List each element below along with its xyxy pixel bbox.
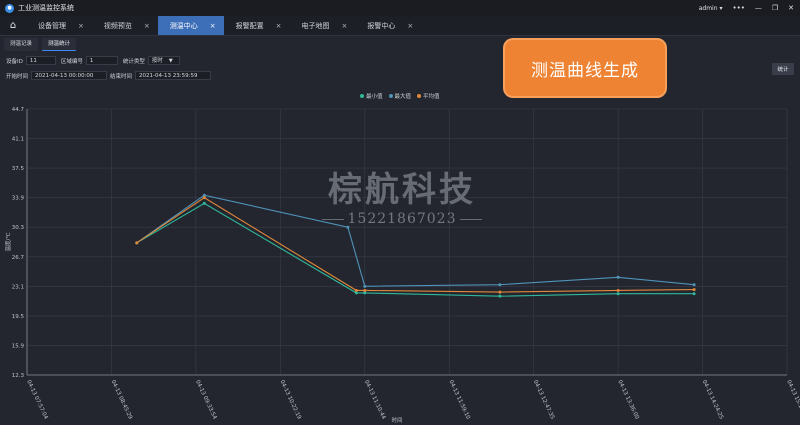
y-tick-label: 23.1 xyxy=(12,284,24,290)
data-point xyxy=(692,292,696,296)
data-point xyxy=(616,275,620,279)
temperature-line-chart: 12.3 15.9 19.5 23.1 26.7 30.3 33.9 37.5 41.1 44.7… xyxy=(4,107,800,424)
data-point xyxy=(498,290,502,294)
curve-generation-callout: 测温曲线生成 xyxy=(503,38,667,98)
data-point xyxy=(135,241,139,245)
x-axis-title: 时间 xyxy=(391,416,402,424)
y-tick-label: 44.7 xyxy=(12,107,25,113)
series-line-0 xyxy=(136,202,695,297)
data-point xyxy=(354,288,358,292)
data-point xyxy=(692,283,696,287)
x-tick-label: 04-13 07:57:04 xyxy=(25,379,49,420)
data-point xyxy=(616,288,620,292)
x-tick-label: 04-13 15:12:51 xyxy=(785,379,800,420)
data-point xyxy=(498,294,502,298)
x-tick-label: 04-13 09:33:54 xyxy=(194,379,218,420)
data-point xyxy=(616,292,620,296)
data-point xyxy=(346,225,350,229)
y-tick-label: 15.9 xyxy=(12,343,25,349)
x-tick-label: 04-13 13:36:00 xyxy=(616,379,640,420)
y-tick-label: 41.1 xyxy=(12,137,24,143)
data-point xyxy=(363,284,367,288)
data-point xyxy=(202,196,206,200)
x-tick-label: 04-13 11:59:10 xyxy=(447,379,471,420)
y-tick-label: 33.9 xyxy=(12,196,25,202)
data-point xyxy=(692,288,696,292)
y-tick-label: 30.3 xyxy=(12,225,25,231)
data-point xyxy=(498,283,502,287)
data-point xyxy=(363,288,367,292)
series-line-1 xyxy=(136,194,695,287)
y-tick-label: 12.3 xyxy=(12,373,25,379)
x-tick-label: 04-13 11:10:44 xyxy=(363,379,387,420)
x-tick-label: 04-13 08:45:29 xyxy=(110,379,134,420)
x-tick-label: 04-13 14:24:25 xyxy=(701,379,725,420)
data-point xyxy=(202,201,206,205)
x-tick-label: 04-13 10:22:19 xyxy=(279,379,303,420)
x-tick-label: 04-13 12:47:35 xyxy=(532,379,556,420)
y-tick-label: 26.7 xyxy=(12,255,25,261)
y-axis-title: 温度/℃ xyxy=(4,232,12,251)
y-tick-label: 19.5 xyxy=(12,314,25,320)
y-tick-label: 37.5 xyxy=(12,166,25,172)
